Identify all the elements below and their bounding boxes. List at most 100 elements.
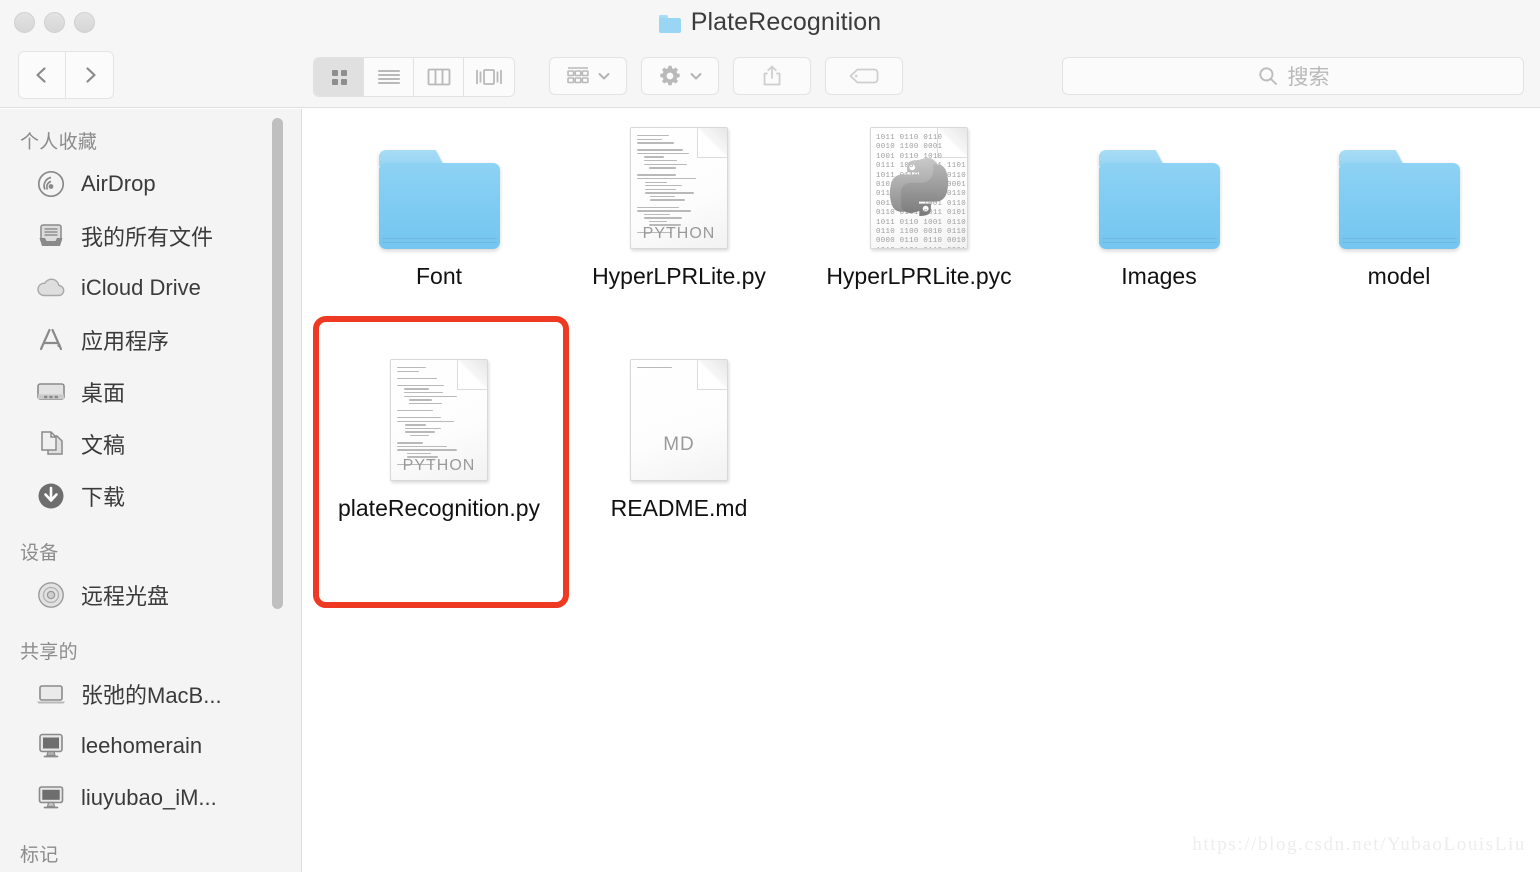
search-field[interactable]: 搜索	[1062, 57, 1524, 95]
applications-icon	[35, 324, 67, 356]
toolbar: 搜索	[0, 45, 1540, 108]
documents-icon	[35, 428, 67, 460]
icon-area	[369, 119, 509, 249]
file-name-label: Font	[415, 263, 463, 289]
file-kind-badge: PYTHON	[402, 457, 476, 474]
icon-area: PYTHON	[609, 119, 749, 249]
share-icon	[763, 65, 781, 86]
sidebar-item-label: 应用程序	[81, 329, 170, 354]
search-icon	[1258, 67, 1277, 85]
python-source-file-icon: PYTHON	[630, 127, 728, 249]
sidebar-item-label: leehomerain	[81, 733, 203, 758]
file-item-model[interactable]: model	[1279, 119, 1519, 293]
share-button[interactable]	[733, 57, 811, 95]
sidebar-section-shared-title: 共享的	[20, 642, 78, 663]
file-kind-badge: MD	[663, 434, 695, 455]
file-item-hyperlprlite-pyc[interactable]: 1011 0110 0110 0010 1100 0001 1001 0110 …	[799, 119, 1039, 293]
python-compiled-file-icon: 1011 0110 0110 0010 1100 0001 1001 0110 …	[870, 127, 968, 249]
gallery-view-button[interactable]	[464, 58, 514, 96]
sidebar-item-leehomerain[interactable]: leehomerain	[0, 720, 301, 772]
arrange-button[interactable]	[549, 57, 627, 95]
window-title-group: PlateRecognition	[0, 0, 1540, 45]
icon-view-button[interactable]	[314, 58, 364, 96]
file-name-label: HyperLPRLite.pyc	[826, 263, 1012, 289]
icon-area: MD	[609, 351, 749, 481]
sidebar-item-macbook[interactable]: 张弛的MacB...	[0, 668, 301, 720]
file-name-label: HyperLPRLite.py	[592, 263, 766, 289]
gear-icon	[659, 65, 680, 86]
imac-icon	[35, 730, 67, 762]
sidebar-item-label: 下载	[81, 485, 126, 510]
page-title: PlateRecognition	[690, 8, 882, 36]
sidebar-item-icloud-drive[interactable]: iCloud Drive	[0, 262, 301, 314]
sidebar-item-all-files[interactable]: 我的所有文件	[0, 210, 301, 262]
file-name-label: README.md	[610, 495, 748, 521]
sidebar-scrollbar[interactable]	[272, 118, 283, 609]
grid-icon	[331, 70, 347, 85]
sidebar-item-liuyubao-imac[interactable]: liuyubao_iM...	[0, 772, 301, 824]
tag-icon	[849, 68, 879, 84]
sidebar-item-remote-disc[interactable]: 远程光盘	[0, 569, 301, 621]
sidebar-item-desktop[interactable]: 桌面	[0, 366, 301, 418]
python-logo-icon	[889, 158, 949, 216]
title-bar: PlateRecognition	[0, 0, 1540, 45]
python-source-file-icon: PYTHON	[390, 359, 488, 481]
search-input[interactable]: 搜索	[1288, 61, 1330, 91]
sidebar-item-label: 远程光盘	[81, 584, 170, 609]
sidebar-item-applications[interactable]: 应用程序	[0, 314, 301, 366]
folder-icon	[1338, 150, 1460, 249]
file-item-hyperlprlite-py[interactable]: PYTHON HyperLPRLite.py	[559, 119, 799, 293]
markdown-file-icon: MD	[630, 359, 728, 481]
icloud-icon	[35, 272, 67, 304]
sidebar-item-label: 文稿	[81, 433, 126, 458]
forward-button[interactable]	[66, 51, 114, 99]
sidebar-section-favorites-title: 个人收藏	[20, 132, 98, 153]
file-item-readme-md[interactable]: MD README.md	[559, 351, 799, 525]
sidebar-section-devices-title: 设备	[20, 543, 59, 564]
tag-button[interactable]	[825, 57, 903, 95]
sidebar: 个人收藏 AirDrop 我的所有文件 iCloud Drive 应用程序 桌面…	[0, 109, 302, 872]
file-item-font[interactable]: Font	[319, 119, 559, 293]
airdrop-icon	[35, 168, 67, 200]
code-preview	[397, 367, 481, 467]
file-grid-area[interactable]: Font PYTHON HyperLPRLite.py 1011 0110 01…	[303, 109, 1540, 872]
text-preview	[637, 367, 721, 371]
chevron-right-icon	[85, 67, 96, 83]
columns-icon	[427, 68, 450, 86]
chevron-left-icon	[36, 67, 46, 83]
list-icon	[377, 69, 400, 85]
imac-icon	[35, 782, 67, 814]
icon-area: PYTHON	[369, 351, 509, 481]
sidebar-item-downloads[interactable]: 下载	[0, 470, 301, 522]
file-item-platerecognition-py[interactable]: PYTHON plateRecognition.py	[319, 351, 559, 525]
sidebar-item-airdrop[interactable]: AirDrop	[0, 158, 301, 210]
finder-window: PlateRecognition 搜索 个人收藏 AirDrop 我的所有文件 …	[0, 0, 1540, 872]
list-view-button[interactable]	[364, 58, 414, 96]
watermark: https://blog.csdn.net/YubaoLouisLiu	[1192, 834, 1526, 855]
sidebar-item-label: AirDrop	[81, 171, 156, 196]
action-menu-button[interactable]	[641, 57, 719, 95]
downloads-icon	[35, 480, 67, 512]
folder-icon	[658, 14, 681, 33]
sidebar-item-documents[interactable]: 文稿	[0, 418, 301, 470]
icon-area	[1329, 119, 1469, 249]
file-name-label: plateRecognition.py	[337, 495, 541, 521]
code-preview	[637, 135, 721, 235]
sidebar-section-tags-title: 标记	[20, 845, 59, 866]
back-button[interactable]	[18, 51, 66, 99]
file-item-images[interactable]: Images	[1039, 119, 1279, 293]
column-view-button[interactable]	[414, 58, 464, 96]
chevron-down-icon	[690, 73, 701, 80]
desktop-icon	[35, 376, 67, 408]
navigation-buttons	[18, 51, 114, 99]
macbook-icon	[35, 678, 67, 710]
icon-area: 1011 0110 0110 0010 1100 0001 1001 0110 …	[849, 119, 989, 249]
icon-area	[1089, 119, 1229, 249]
file-kind-badge: PYTHON	[642, 225, 716, 242]
remote-disc-icon	[35, 579, 67, 611]
folder-icon	[1098, 150, 1220, 249]
sidebar-item-label: 张弛的MacB...	[81, 683, 222, 708]
sidebar-item-label: 我的所有文件	[81, 225, 214, 250]
all-files-icon	[35, 220, 67, 252]
sidebar-item-label: iCloud Drive	[81, 275, 201, 300]
